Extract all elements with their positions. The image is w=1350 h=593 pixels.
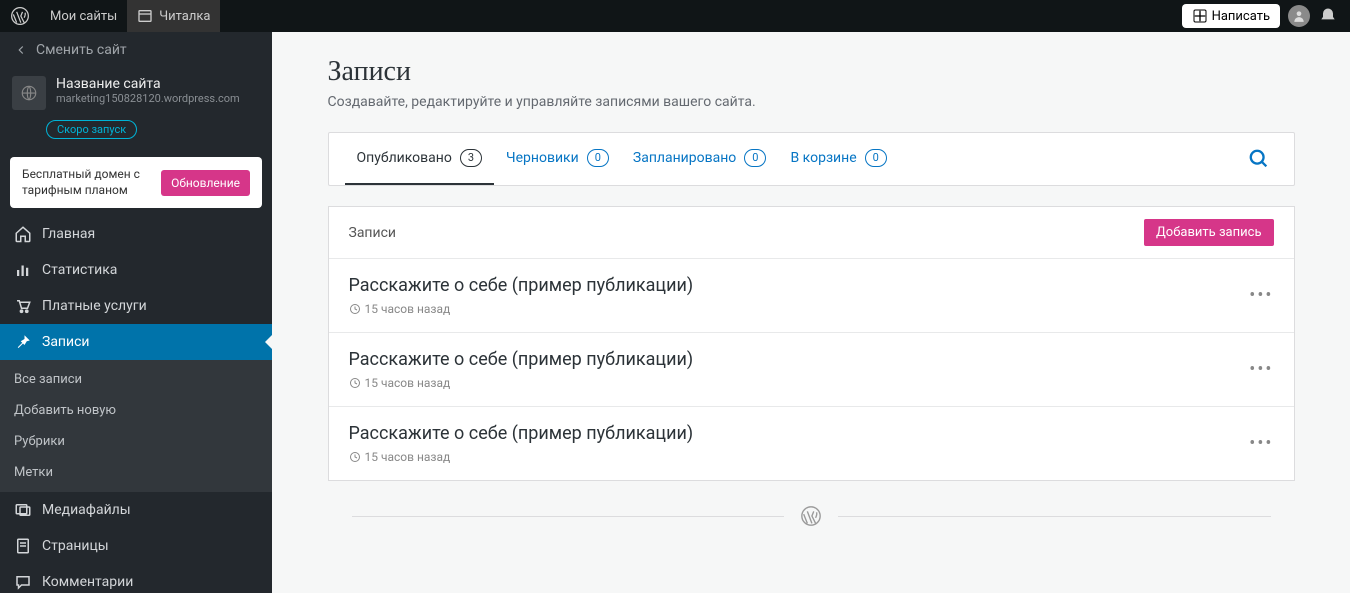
comments-icon xyxy=(14,573,32,591)
sidebar-item-stats[interactable]: Статистика xyxy=(0,252,272,288)
post-meta: 15 часов назад xyxy=(349,376,694,390)
post-title: Расскажите о себе (пример публикации) xyxy=(349,423,694,444)
clock-icon xyxy=(349,303,361,315)
change-site-label: Сменить сайт xyxy=(36,42,127,58)
search-icon xyxy=(1248,148,1270,170)
main: Записи Создавайте, редактируйте и управл… xyxy=(272,32,1350,593)
clock-icon xyxy=(349,377,361,389)
tab-label: Опубликовано xyxy=(357,150,452,166)
cart-icon xyxy=(14,297,32,315)
sidebar-sub-rubrics[interactable]: Рубрики xyxy=(0,426,272,457)
sidebar-item-comments[interactable]: Комментарии xyxy=(0,564,272,593)
write-label: Написать xyxy=(1212,9,1270,24)
sidebar-item-label: Записи xyxy=(42,334,90,350)
launch-badge[interactable]: Скоро запуск xyxy=(46,120,137,139)
sidebar-item-label: Статистика xyxy=(42,262,117,278)
stats-icon xyxy=(14,261,32,279)
pages-icon xyxy=(14,537,32,555)
sidebar-item-posts[interactable]: Записи xyxy=(0,324,272,360)
tab-scheduled[interactable]: Запланировано 0 xyxy=(621,133,779,185)
pin-icon xyxy=(14,333,32,351)
mysites-label: Мои сайты xyxy=(50,9,117,24)
write-icon xyxy=(1192,8,1208,24)
tab-trash[interactable]: В корзине 0 xyxy=(778,133,898,185)
topbar: Мои сайты Читалка Написать xyxy=(0,0,1350,32)
reader-label: Читалка xyxy=(159,9,210,24)
site-avatar xyxy=(12,76,46,110)
topbar-left: Мои сайты Читалка xyxy=(0,0,220,32)
tab-label: Запланировано xyxy=(633,150,736,166)
sidebar: Сменить сайт Название сайта marketing150… xyxy=(0,32,272,593)
sidebar-item-label: Платные услуги xyxy=(42,298,147,314)
page-title: Записи xyxy=(328,56,1295,88)
site-url: marketing150828120.wordpress.com xyxy=(56,92,240,105)
post-title: Расскажите о себе (пример публикации) xyxy=(349,275,694,296)
tab-count: 3 xyxy=(460,149,482,167)
media-icon xyxy=(14,501,32,519)
search-button[interactable] xyxy=(1240,140,1278,178)
sidebar-item-paid[interactable]: Платные услуги xyxy=(0,288,272,324)
sidebar-sub-tags[interactable]: Метки xyxy=(0,457,272,492)
post-time: 15 часов назад xyxy=(365,302,451,316)
sidebar-sub-add-new[interactable]: Добавить новую xyxy=(0,395,272,426)
list-header-title: Записи xyxy=(349,225,397,241)
topbar-right: Написать xyxy=(1182,0,1350,32)
globe-icon xyxy=(20,84,38,102)
bell-icon xyxy=(1318,6,1338,26)
wordpress-icon xyxy=(800,505,822,527)
sidebar-item-label: Главная xyxy=(42,226,95,242)
post-row[interactable]: Расскажите о себе (пример публикации) 15… xyxy=(329,407,1294,480)
user-icon xyxy=(1292,9,1306,23)
site-block[interactable]: Название сайта marketing150828120.wordpr… xyxy=(0,68,272,114)
post-meta: 15 часов назад xyxy=(349,302,694,316)
promo-upgrade-button[interactable]: Обновление xyxy=(161,170,250,196)
add-post-button[interactable]: Добавить запись xyxy=(1144,219,1273,246)
sidebar-item-label: Комментарии xyxy=(42,574,133,590)
avatar[interactable] xyxy=(1288,5,1310,27)
sidebar-item-home[interactable]: Главная xyxy=(0,216,272,252)
mysites-link[interactable]: Мои сайты xyxy=(40,0,127,32)
post-meta: 15 часов назад xyxy=(349,450,694,464)
list-header: Записи Добавить запись xyxy=(329,207,1294,259)
post-time: 15 часов назад xyxy=(365,376,451,390)
tab-count: 0 xyxy=(865,149,887,167)
change-site[interactable]: Сменить сайт xyxy=(0,32,272,68)
reader-link[interactable]: Читалка xyxy=(127,0,220,32)
site-name: Название сайта xyxy=(56,76,240,92)
home-icon xyxy=(14,225,32,243)
tabs-card: Опубликовано 3 Черновики 0 Запланировано… xyxy=(328,132,1295,186)
tab-drafts[interactable]: Черновики 0 xyxy=(494,133,621,185)
sidebar-item-label: Медиафайлы xyxy=(42,502,131,518)
promo-box: Бесплатный домен с тарифным планом Обнов… xyxy=(10,157,262,208)
sidebar-item-label: Страницы xyxy=(42,538,109,554)
promo-text: Бесплатный домен с тарифным планом xyxy=(22,167,152,198)
notifications[interactable] xyxy=(1318,6,1338,26)
post-row[interactable]: Расскажите о себе (пример публикации) 15… xyxy=(329,259,1294,333)
footer-logo xyxy=(328,481,1295,551)
clock-icon xyxy=(349,451,361,463)
sidebar-item-media[interactable]: Медиафайлы xyxy=(0,492,272,528)
more-button[interactable]: ••• xyxy=(1249,359,1273,380)
tab-count: 0 xyxy=(587,149,609,167)
sidebar-sub-all-posts[interactable]: Все записи xyxy=(0,360,272,395)
reader-icon xyxy=(137,8,153,24)
more-button[interactable]: ••• xyxy=(1249,285,1273,306)
tab-count: 0 xyxy=(744,149,766,167)
sidebar-item-pages[interactable]: Страницы xyxy=(0,528,272,564)
post-title: Расскажите о себе (пример публикации) xyxy=(349,349,694,370)
posts-list: Записи Добавить запись Расскажите о себе… xyxy=(328,206,1295,481)
page-desc: Создавайте, редактируйте и управляйте за… xyxy=(328,94,1295,110)
post-row[interactable]: Расскажите о себе (пример публикации) 15… xyxy=(329,333,1294,407)
site-info: Название сайта marketing150828120.wordpr… xyxy=(56,76,240,110)
post-time: 15 часов назад xyxy=(365,450,451,464)
tab-label: Черновики xyxy=(506,150,579,166)
wordpress-icon xyxy=(10,6,30,26)
chevron-left-icon xyxy=(14,43,28,57)
more-button[interactable]: ••• xyxy=(1249,433,1273,454)
write-button[interactable]: Написать xyxy=(1182,4,1280,28)
wp-logo[interactable] xyxy=(0,0,40,32)
tab-label: В корзине xyxy=(790,150,856,166)
tab-published[interactable]: Опубликовано 3 xyxy=(345,133,495,185)
